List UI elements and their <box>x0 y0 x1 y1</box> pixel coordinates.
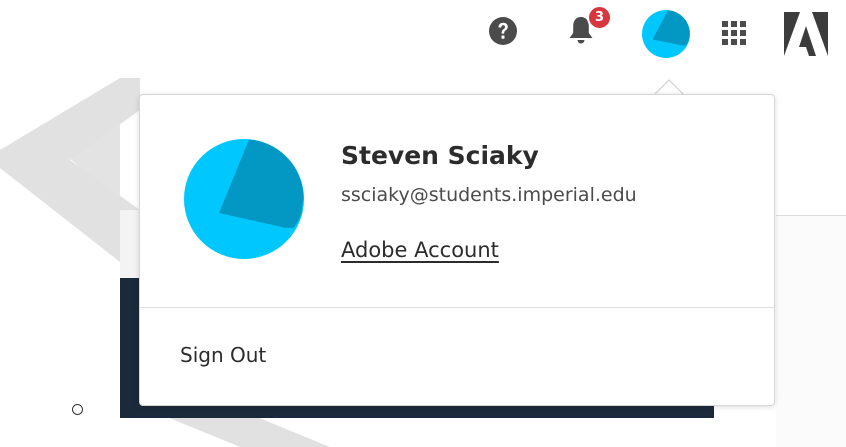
adobe-account-link[interactable]: Adobe Account <box>341 238 499 262</box>
profile-popover: Steven Sciaky ssciaky@students.imperial.… <box>139 94 775 406</box>
popover-divider <box>140 307 774 308</box>
sign-out-button[interactable]: Sign Out <box>180 343 266 367</box>
avatar[interactable] <box>642 10 690 58</box>
help-icon[interactable] <box>488 16 518 46</box>
background-right-column <box>776 215 846 447</box>
background-divider <box>776 215 846 216</box>
notification-badge: 3 <box>587 5 612 30</box>
user-email: ssciaky@students.imperial.edu <box>341 184 637 206</box>
bullet-point <box>72 404 83 415</box>
background-strip <box>120 210 140 280</box>
user-name: Steven Sciaky <box>341 141 539 170</box>
adobe-logo-icon[interactable] <box>784 12 828 56</box>
profile-avatar <box>184 139 304 259</box>
apps-grid-icon[interactable] <box>722 21 746 45</box>
